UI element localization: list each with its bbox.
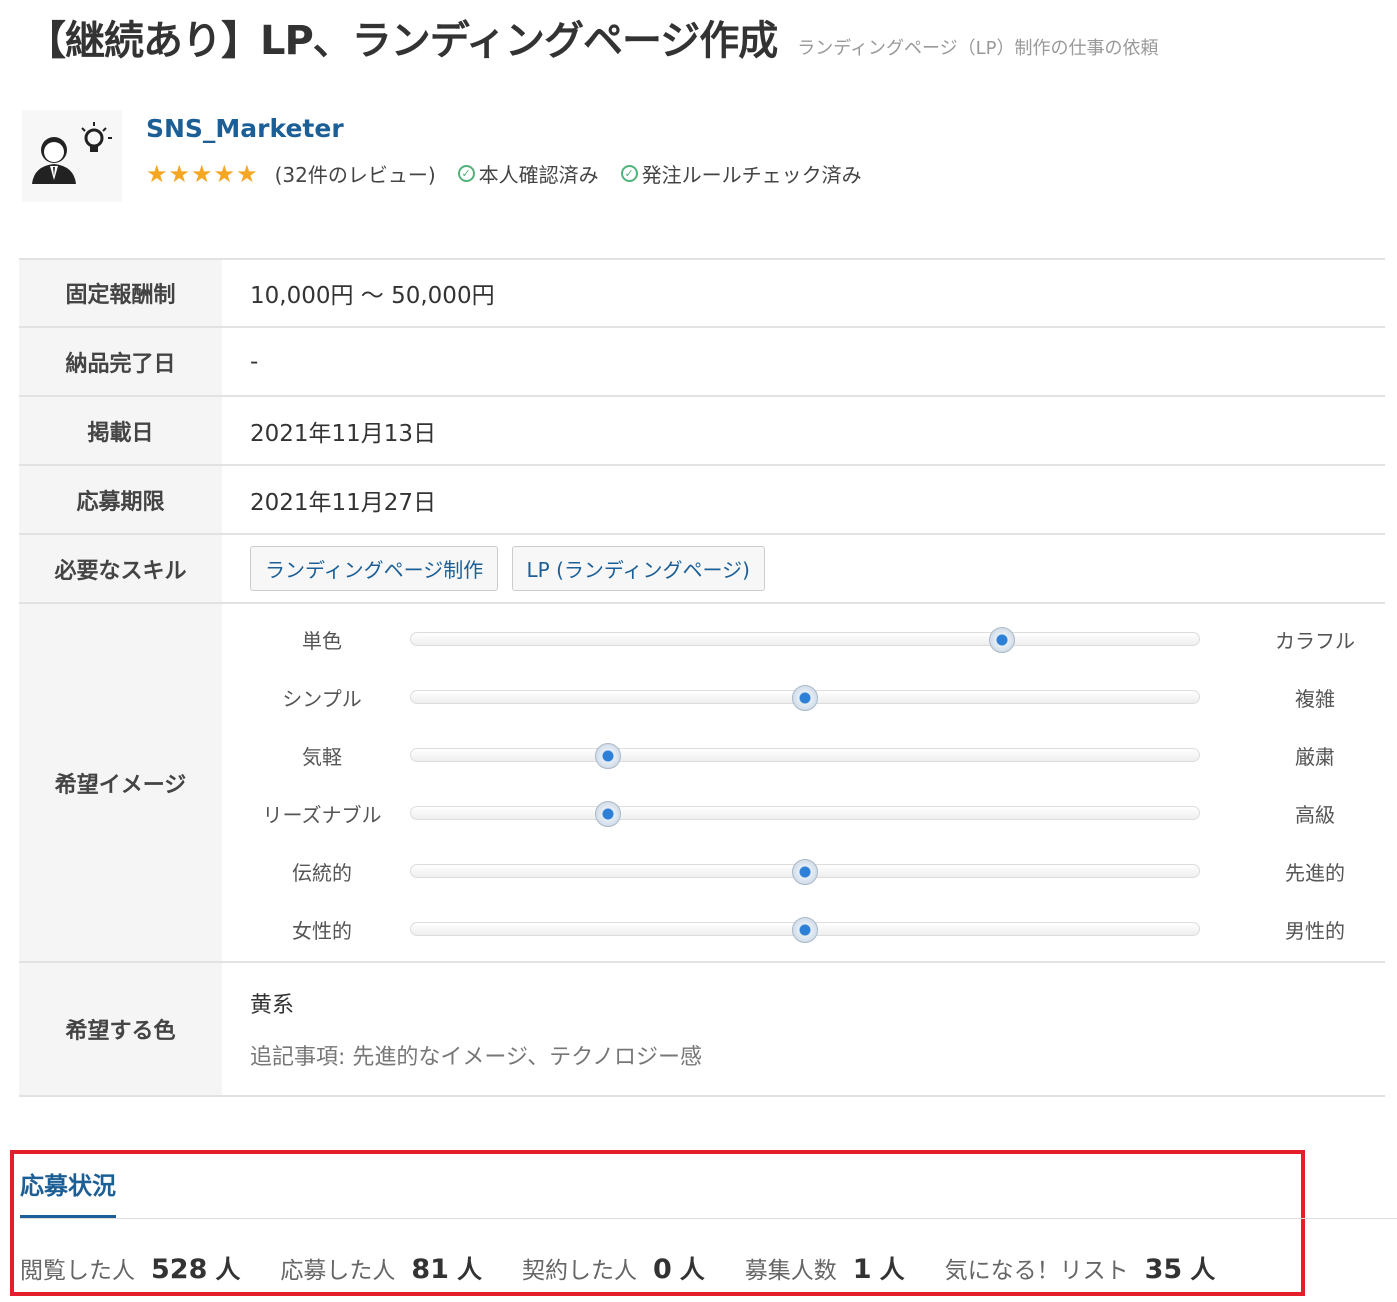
posted-label: 掲載日 [19, 396, 222, 465]
slider-list: 単色 カラフルシンプル 複雑気軽 厳粛リーズナブル 高級伝統的 先進的女性的 男性的 [252, 609, 1385, 957]
stat-unit: 人 [1190, 1255, 1216, 1284]
image-slider-row: 単色 カラフル [252, 609, 1385, 667]
reward-value: 10,000円 ～ 50,000円 [250, 283, 495, 309]
slider-track[interactable] [410, 858, 1200, 885]
stat-applied: 応募した人 81 人 [280, 1250, 482, 1286]
image-slider-row: シンプル 複雑 [252, 667, 1385, 725]
reward-label: 固定報酬制 [19, 259, 222, 327]
identity-verified-badge: ✓ 本人確認済み [457, 159, 599, 188]
slider-right-label: カラフル [1275, 628, 1355, 653]
slider-track[interactable] [410, 626, 1200, 653]
slider-left-label: 伝統的 [292, 860, 352, 885]
rules-checked-badge: ✓ 発注ルールチェック済み [620, 159, 862, 188]
tab-application-status[interactable]: 応募状況 [20, 1166, 116, 1219]
delivery-value: - [250, 348, 259, 375]
job-details-table: 固定報酬制 10,000円 ～ 50,000円 納品完了日 - 掲載日 2021… [19, 258, 1385, 1097]
divider [20, 1218, 1397, 1219]
page-title: 【継続あり】LP、ランディングページ作成 [26, 18, 778, 64]
slider-right-label: 先進的 [1285, 860, 1345, 885]
avatar[interactable] [22, 110, 122, 202]
row-color: 希望する色 黄系 追記事項: 先進的なイメージ、テクノロジー感 [19, 962, 1385, 1096]
slider-left-label: 気軽 [302, 744, 342, 769]
stat-value: 0 [652, 1254, 672, 1285]
rules-checked-label: 発注ルールチェック済み [641, 163, 862, 187]
slider-left-label: 女性的 [292, 918, 352, 943]
slider-left-label: シンプル [282, 686, 362, 711]
stat-label: 気になる！リスト [944, 1258, 1129, 1284]
stat-value: 81 [411, 1254, 449, 1285]
title-row: 【継続あり】LP、ランディングページ作成 ランディングページ（LP）制作の仕事の… [26, 8, 1158, 66]
slider-handle[interactable] [792, 684, 818, 711]
stat-contracted: 契約した人 0 人 [522, 1250, 705, 1286]
slider-left-label: リーズナブル [262, 802, 382, 827]
businessman-idea-icon [32, 122, 112, 184]
image-slider-row: 女性的 男性的 [252, 899, 1385, 957]
stat-value: 1 [852, 1254, 872, 1285]
slider-handle[interactable] [595, 800, 621, 827]
client-name-link[interactable]: SNS_Marketer [146, 114, 862, 143]
row-posted: 掲載日 2021年11月13日 [19, 396, 1385, 465]
row-skills: 必要なスキル ランディングページ制作 LP (ランディングページ) [19, 534, 1385, 603]
slider-track[interactable] [410, 800, 1200, 827]
stat-label: 閲覧した人 [20, 1258, 135, 1284]
color-cell: 黄系 追記事項: 先進的なイメージ、テクノロジー感 [222, 962, 1385, 1096]
row-image: 希望イメージ 単色 カラフルシンプル 複雑気軽 厳粛リーズナブル 高級伝統的 先進的女性的… [19, 603, 1385, 962]
skill-tag[interactable]: ランディングページ制作 [250, 546, 499, 591]
stat-unit: 人 [456, 1255, 482, 1284]
deadline-label: 応募期限 [19, 465, 222, 534]
review-count-link[interactable]: (32件のレビュー) [275, 159, 436, 188]
stat-unit: 人 [215, 1255, 241, 1284]
delivery-label: 納品完了日 [19, 327, 222, 396]
slider-left-label: 単色 [302, 628, 342, 653]
status-stats: 閲覧した人 528 人 応募した人 81 人 契約した人 0 人 募集人数 1 … [20, 1250, 1255, 1286]
client-meta: ★★★★★ (32件のレビュー) ✓ 本人確認済み ✓ 発注ルールチェック済み [146, 159, 862, 188]
image-slider-row: リーズナブル 高級 [252, 783, 1385, 841]
slider-track[interactable] [410, 742, 1200, 769]
skills-list: ランディングページ制作 LP (ランディングページ) [222, 534, 1385, 603]
page-subtitle[interactable]: ランディングページ（LP）制作の仕事の依頼 [797, 34, 1158, 60]
identity-verified-label: 本人確認済み [478, 163, 599, 187]
row-reward: 固定報酬制 10,000円 ～ 50,000円 [19, 259, 1385, 327]
deadline-value: 2021年11月27日 [250, 489, 437, 516]
slider-right-label: 高級 [1295, 802, 1335, 827]
slider-handle[interactable] [792, 858, 818, 885]
color-label: 希望する色 [19, 962, 222, 1096]
slider-right-label: 厳粛 [1295, 744, 1335, 769]
client-info: SNS_Marketer ★★★★★ (32件のレビュー) ✓ 本人確認済み ✓… [146, 110, 862, 202]
slider-track[interactable] [410, 684, 1200, 711]
skill-tag[interactable]: LP (ランディングページ) [511, 546, 765, 591]
color-note: 追記事項: 先進的なイメージ、テクノロジー感 [250, 1045, 702, 1070]
check-circle-icon: ✓ [620, 165, 638, 182]
slider-right-label: 複雑 [1295, 686, 1335, 711]
stat-unit: 人 [879, 1255, 905, 1284]
skills-label: 必要なスキル [19, 534, 222, 603]
row-deadline: 応募期限 2021年11月27日 [19, 465, 1385, 534]
row-delivery: 納品完了日 - [19, 327, 1385, 396]
image-label: 希望イメージ [19, 603, 222, 962]
slider-handle[interactable] [595, 742, 621, 769]
stat-viewed: 閲覧した人 528 人 [20, 1250, 240, 1286]
slider-track[interactable] [410, 916, 1200, 943]
application-status-panel: 応募状況 閲覧した人 528 人 応募した人 81 人 契約した人 0 人 募集… [10, 1150, 1397, 1296]
stat-value: 35 [1144, 1254, 1183, 1285]
image-slider-row: 伝統的 先進的 [252, 841, 1385, 899]
stat-label: 募集人数 [744, 1258, 837, 1284]
client-section: SNS_Marketer ★★★★★ (32件のレビュー) ✓ 本人確認済み ✓… [22, 110, 862, 202]
stat-watchlist: 気になる！リスト 35 人 [945, 1250, 1216, 1286]
stat-recruit-count: 募集人数 1 人 [745, 1250, 905, 1286]
stat-value: 528 [151, 1254, 208, 1285]
check-circle-icon: ✓ [457, 165, 475, 182]
rating-stars: ★★★★★ [146, 159, 259, 188]
stat-unit: 人 [679, 1255, 705, 1284]
stat-label: 契約した人 [521, 1258, 637, 1284]
posted-value: 2021年11月13日 [250, 420, 437, 447]
slider-right-label: 男性的 [1285, 918, 1345, 943]
slider-handle[interactable] [792, 916, 818, 943]
stat-label: 応募した人 [280, 1258, 396, 1284]
color-value: 黄系 [250, 993, 295, 1018]
image-slider-row: 気軽 厳粛 [252, 725, 1385, 783]
slider-handle[interactable] [989, 626, 1015, 653]
image-sliders: 単色 カラフルシンプル 複雑気軽 厳粛リーズナブル 高級伝統的 先進的女性的 男性的 [222, 603, 1385, 962]
